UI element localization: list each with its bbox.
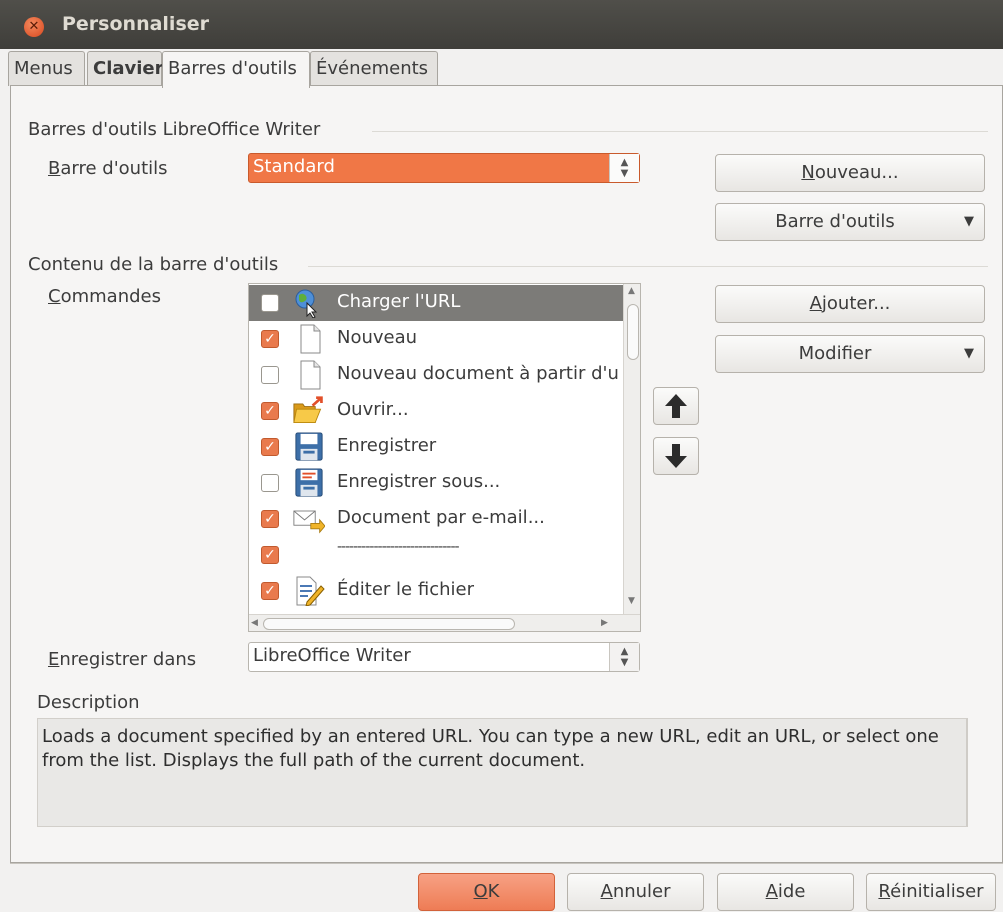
section-divider — [308, 266, 988, 267]
commands-label: Commandes — [48, 286, 161, 307]
list-item[interactable]: ✓ Ouvrir... — [249, 393, 623, 429]
description-heading: Description — [37, 692, 140, 713]
edit-file-icon — [296, 576, 325, 606]
save-in-value: LibreOffice Writer — [253, 645, 411, 666]
document-icon — [300, 360, 321, 390]
ok-button[interactable]: OK — [418, 873, 555, 911]
tab-events[interactable]: Événements — [310, 51, 438, 86]
list-item[interactable]: Enregistrer sous... — [249, 465, 623, 501]
save-in-label: Enregistrer dans — [48, 649, 197, 670]
list-item-separator[interactable]: ✓ ------------------------------ — [249, 537, 623, 573]
save-in-select[interactable]: LibreOffice Writer ▲ ▼ — [248, 642, 640, 672]
checkbox[interactable] — [261, 366, 279, 384]
globe-icon — [295, 289, 318, 318]
vertical-scrollbar[interactable]: ▲ ▼ — [623, 284, 640, 614]
checkbox[interactable] — [261, 474, 279, 492]
arrow-up-icon — [665, 394, 687, 418]
chevron-down-icon: ▼ — [964, 214, 974, 229]
checkbox[interactable]: ✓ — [261, 582, 279, 600]
list-item[interactable]: ✓ Document par e-mail... — [249, 501, 623, 537]
chevron-down-icon: ▼ — [964, 346, 974, 361]
floppy-icon — [295, 432, 323, 461]
description-box: Loads a document specified by an entered… — [37, 718, 968, 827]
checkbox[interactable]: ✓ — [261, 402, 279, 420]
checkbox[interactable]: ✓ — [261, 510, 279, 528]
document-icon — [300, 324, 321, 354]
content-section-heading: Contenu de la barre d'outils — [28, 254, 279, 275]
checkbox[interactable] — [261, 294, 279, 312]
scroll-left-icon[interactable]: ◀ — [251, 618, 258, 628]
section-divider — [372, 131, 988, 132]
email-icon — [293, 510, 325, 534]
vertical-scrollbar-thumb[interactable] — [627, 304, 639, 360]
scroll-down-icon[interactable]: ▼ — [628, 596, 635, 606]
modify-button[interactable]: Modifier ▼ — [715, 335, 985, 373]
toolbar-menu-button[interactable]: Barre d'outils ▼ — [715, 203, 985, 241]
checkbox[interactable]: ✓ — [261, 546, 279, 564]
spin-arrows-icon: ▲ ▼ — [609, 643, 639, 671]
toolbar-select[interactable]: Standard ▲ ▼ — [248, 153, 640, 183]
list-item[interactable]: ✓ Éditer le fichier — [249, 573, 623, 609]
help-button[interactable]: Aide — [717, 873, 854, 911]
toolbar-label: Barre d'outils — [48, 158, 168, 179]
tab-toolbars[interactable]: Barres d'outils — [162, 51, 310, 88]
list-item[interactable]: ✓ Nouveau — [249, 321, 623, 357]
checkbox[interactable]: ✓ — [261, 330, 279, 348]
move-down-button[interactable] — [653, 437, 699, 475]
floppy-save-as-icon — [295, 468, 323, 497]
reset-button[interactable]: Réinitialiser — [866, 873, 996, 911]
horizontal-scrollbar-thumb[interactable] — [263, 618, 515, 630]
tab-keyboard[interactable]: Clavier — [87, 51, 164, 86]
folder-open-icon — [293, 396, 323, 423]
list-item[interactable]: ✓ Enregistrer — [249, 429, 623, 465]
tab-menus[interactable]: Menus — [8, 51, 85, 86]
cancel-button[interactable]: Annuler — [567, 873, 704, 911]
list-item[interactable]: Nouveau document à partir d'u — [249, 357, 623, 393]
new-toolbar-button[interactable]: Nouveau... — [715, 154, 985, 192]
horizontal-scrollbar[interactable]: ◀ ▶ — [249, 614, 640, 631]
list-item[interactable]: Charger l'URL — [249, 285, 623, 321]
window-title: Personnaliser — [62, 13, 210, 35]
scroll-right-icon[interactable]: ▶ — [601, 618, 608, 628]
close-icon[interactable]: ✕ — [24, 17, 44, 37]
move-up-button[interactable] — [653, 387, 699, 425]
toolbar-select-value: Standard — [253, 156, 335, 177]
arrow-down-icon — [665, 444, 687, 468]
window-titlebar: ✕ Personnaliser — [0, 0, 1003, 49]
checkbox[interactable]: ✓ — [261, 438, 279, 456]
scroll-up-icon[interactable]: ▲ — [628, 286, 635, 296]
description-text: Loads a document specified by an entered… — [42, 726, 939, 771]
toolbars-section-heading: Barres d'outils LibreOffice Writer — [28, 119, 321, 140]
footer-divider — [10, 863, 1003, 864]
add-command-button[interactable]: Ajouter... — [715, 285, 985, 323]
commands-list[interactable]: Charger l'URL ✓ Nouveau Nouveau document… — [248, 283, 641, 632]
spin-arrows-icon: ▲ ▼ — [609, 154, 639, 182]
